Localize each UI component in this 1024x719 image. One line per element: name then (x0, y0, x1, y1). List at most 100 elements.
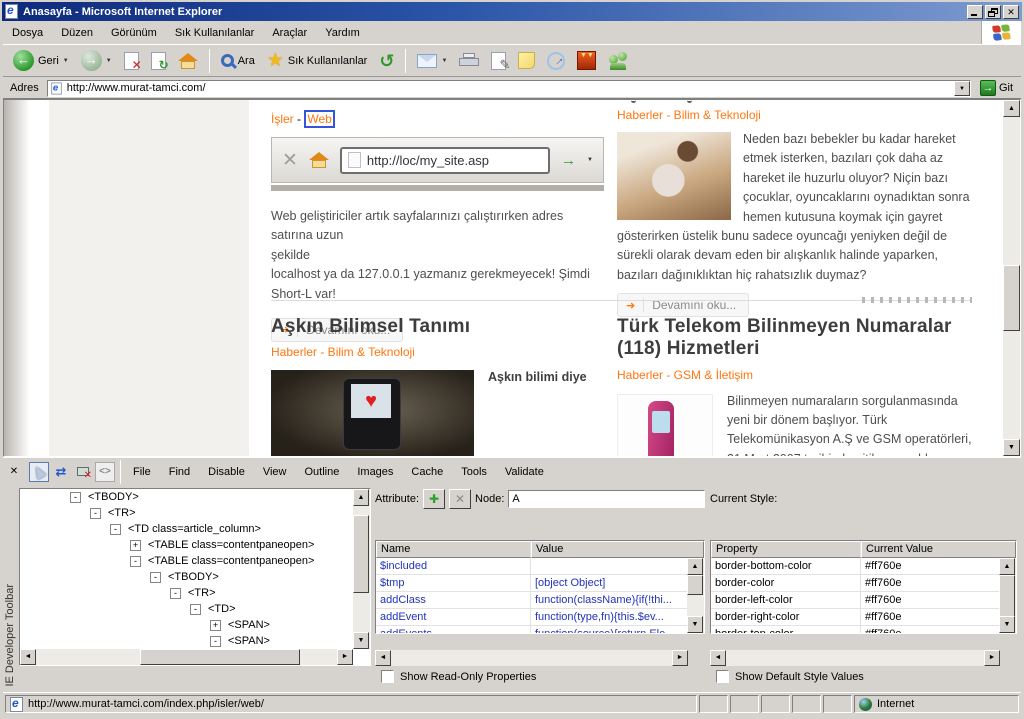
flashget-button[interactable]: ▼▼ (573, 49, 600, 72)
tree-node[interactable]: +<TABLE class=contentpaneopen> (20, 537, 370, 553)
minimize-button[interactable] (967, 5, 983, 19)
favorites-button[interactable]: ★ Sık Kullanılanlar (263, 50, 372, 72)
restore-button[interactable] (985, 5, 1001, 19)
scroll-down-button[interactable]: ▼ (687, 616, 703, 633)
scroll-right-button[interactable]: ► (672, 650, 688, 666)
print-button[interactable] (455, 51, 483, 70)
tree-toggle[interactable]: - (90, 508, 101, 519)
scroll-left-button[interactable]: ◄ (20, 649, 36, 665)
scroll-left-button[interactable]: ◄ (710, 650, 726, 666)
refresh-button[interactable]: ↻ (147, 50, 170, 72)
scroll-up-button[interactable]: ▲ (353, 489, 369, 506)
attributes-horizontal-scrollbar[interactable]: ◄ ► (375, 650, 688, 666)
tree-node[interactable]: -<TD class=article_column> (20, 521, 370, 537)
menu-sik-kullanilanlar[interactable]: Sık Kullanılanlar (166, 24, 264, 42)
note-button[interactable] (514, 50, 539, 71)
devmenu-file[interactable]: File (124, 464, 160, 480)
history-button[interactable]: ↺ (375, 50, 398, 72)
devmenu-disable[interactable]: Disable (199, 464, 254, 480)
go-button[interactable]: → Git (975, 80, 1018, 96)
style-horizontal-scrollbar[interactable]: ◄ ► (710, 650, 1000, 666)
tree-toggle[interactable]: - (70, 492, 81, 503)
forward-button[interactable]: → ▼ (77, 48, 116, 73)
tree-node[interactable]: -<TBODY> (20, 569, 370, 585)
menu-duzen[interactable]: Düzen (52, 24, 102, 42)
close-button[interactable]: ✕ (1003, 5, 1019, 19)
scroll-thumb[interactable] (687, 575, 703, 595)
scroll-up-button[interactable]: ▲ (1003, 100, 1020, 117)
node-value-field[interactable]: A (508, 490, 705, 508)
breadcrumb-section-link[interactable]: İşler (271, 112, 294, 126)
tree-vertical-scrollbar[interactable]: ▲ ▼ (353, 489, 370, 649)
mail-dropdown-icon[interactable]: ▼ (441, 58, 447, 64)
messenger-button[interactable] (604, 50, 632, 72)
search-button[interactable]: Ara (217, 52, 259, 69)
refresh-dom-button[interactable]: ⇄ (51, 462, 71, 482)
breadcrumb-current-link[interactable]: Web (304, 110, 334, 128)
back-button[interactable]: ← Geri ▼ (9, 48, 73, 73)
scroll-left-button[interactable]: ◄ (375, 650, 391, 666)
scroll-down-button[interactable]: ▼ (353, 632, 369, 649)
attribute-row[interactable]: addEventsfunction(source){return Ele... (376, 626, 704, 634)
forward-dropdown-icon[interactable]: ▼ (106, 58, 112, 64)
article-babies-category-link[interactable]: Haberler - Bilim & Teknoloji (617, 108, 761, 122)
attribute-row[interactable]: $included (376, 558, 704, 575)
style-row[interactable]: border-top-color#ff760e (711, 626, 1016, 634)
scroll-thumb[interactable] (1003, 265, 1020, 331)
menu-yardim[interactable]: Yardım (316, 24, 369, 42)
tree-horizontal-scrollbar[interactable]: ◄ ► (20, 649, 353, 665)
stop-button[interactable]: ✕ (120, 50, 143, 72)
read-more-button[interactable]: ➜ Devamını oku... (617, 293, 749, 317)
devmenu-images[interactable]: Images (348, 464, 402, 480)
article-telekom-category-link[interactable]: Haberler - GSM & İletişim (617, 368, 753, 382)
column-header-property[interactable]: Property (711, 541, 861, 558)
view-source-button[interactable]: <> (95, 462, 115, 482)
tree-toggle[interactable]: - (110, 524, 121, 535)
add-attribute-button[interactable]: ✚ (423, 489, 445, 509)
devmenu-validate[interactable]: Validate (496, 464, 553, 480)
style-row[interactable]: border-right-color#ff760e (711, 609, 1016, 626)
tree-node[interactable]: -<SPAN> (20, 633, 370, 649)
address-field[interactable]: e http://www.murat-tamci.com/ ▼ (47, 80, 971, 97)
page-scrollbar[interactable]: ▲ ▼ (1003, 100, 1020, 456)
scroll-thumb[interactable] (140, 649, 300, 665)
devtools-close-button[interactable]: ✕ (7, 465, 21, 479)
tree-node[interactable]: -<TABLE class=contentpaneopen> (20, 553, 370, 569)
column-header-current-value[interactable]: Current Value (861, 541, 1016, 558)
menu-gorunum[interactable]: Görünüm (102, 24, 166, 42)
tree-toggle[interactable]: - (170, 588, 181, 599)
tree-toggle[interactable]: - (210, 636, 221, 647)
article-love-category-link[interactable]: Haberler - Bilim & Teknoloji (271, 345, 415, 359)
scroll-thumb[interactable] (353, 515, 369, 593)
tree-node[interactable]: -<TD> (20, 601, 370, 617)
menu-araclar[interactable]: Araçlar (263, 24, 316, 42)
mail-button[interactable]: ▼ (413, 52, 451, 70)
scroll-right-button[interactable]: ► (984, 650, 1000, 666)
address-dropdown-button[interactable]: ▼ (954, 81, 970, 96)
tree-node[interactable]: -<TR> (20, 505, 370, 521)
attribute-row[interactable]: addEventfunction(type,fn){this.$ev... (376, 609, 704, 626)
scroll-up-button[interactable]: ▲ (687, 558, 703, 575)
tree-node[interactable]: +<SPAN> (20, 617, 370, 633)
tree-node[interactable]: -<TR> (20, 585, 370, 601)
related-links-button[interactable]: → (543, 50, 569, 72)
delete-element-button[interactable]: ✕ (73, 462, 93, 482)
scroll-right-button[interactable]: ► (337, 649, 353, 665)
column-header-value[interactable]: Value (531, 541, 704, 558)
show-readonly-checkbox[interactable] (381, 670, 394, 683)
attribute-row[interactable]: addClassfunction(className){if(!thi... (376, 592, 704, 609)
style-row[interactable]: border-left-color#ff760e (711, 592, 1016, 609)
edit-button[interactable]: ✎ (487, 50, 510, 72)
scroll-down-button[interactable]: ▼ (999, 616, 1015, 633)
style-row[interactable]: border-bottom-color#ff760e (711, 558, 1016, 575)
address-url[interactable]: http://www.murat-tamci.com/ (67, 82, 950, 94)
scroll-down-button[interactable]: ▼ (1003, 439, 1020, 456)
devmenu-tools[interactable]: Tools (452, 464, 496, 480)
tree-toggle[interactable]: + (130, 540, 141, 551)
menu-dosya[interactable]: Dosya (3, 24, 52, 42)
delete-attribute-button[interactable]: ✕ (449, 489, 471, 509)
style-row[interactable]: border-color#ff760e (711, 575, 1016, 592)
back-dropdown-icon[interactable]: ▼ (63, 58, 69, 64)
tree-toggle[interactable]: - (130, 556, 141, 567)
home-button[interactable] (174, 51, 202, 71)
